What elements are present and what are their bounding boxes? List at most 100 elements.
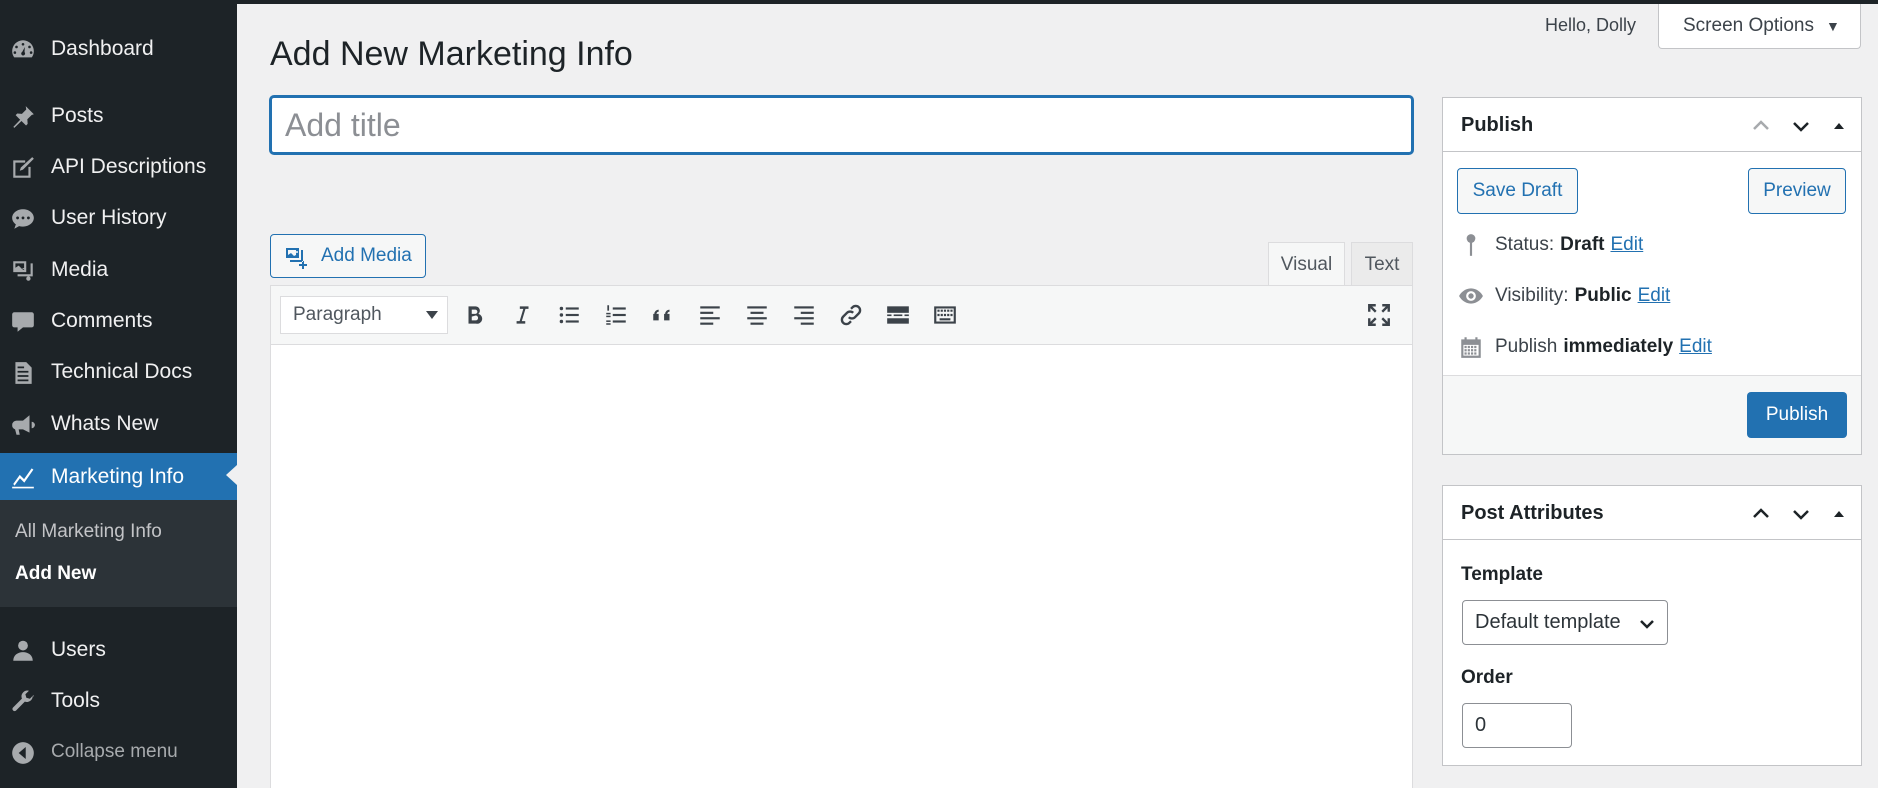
edit-status-link[interactable]: Edit [1611,234,1644,256]
sidebar-item-technical-docs[interactable]: Technical Docs [0,350,237,394]
fullscreen-icon[interactable] [1365,301,1393,329]
sidebar-item-posts[interactable]: Posts [0,94,237,138]
sidebar-item-marketing-info[interactable]: Marketing Info [0,453,237,501]
user-icon [10,638,36,664]
admin-bar [0,0,1878,4]
visibility-label: Visibility: [1495,285,1569,306]
sidebar-item-comments[interactable]: Comments [0,299,237,343]
link-icon[interactable] [837,301,865,329]
caret-down-icon: ▼ [1825,18,1840,34]
sidebar-submenu: All Marketing Info Add New [0,500,237,607]
screen-options-label: Screen Options [1683,15,1814,36]
sidebar-item-user-history[interactable]: User History [0,196,237,240]
bold-icon[interactable] [461,301,489,329]
submenu-item-all-marketing-info[interactable]: All Marketing Info [15,521,162,543]
megaphone-icon [10,412,36,438]
post-attributes-box: Post Attributes Template Default templat… [1442,485,1862,766]
template-select-value: Default template [1475,611,1621,633]
move-up-icon[interactable] [1749,502,1775,526]
sidebar-item-label: Whats New [51,412,159,435]
post-visibility: Visibility: Public Edit [1457,282,1670,310]
add-media-label: Add Media [321,245,412,266]
sidebar-item-label: User History [51,206,167,229]
toggle-panel-icon[interactable] [1827,502,1853,526]
sidebar-item-media[interactable]: Media [0,248,237,292]
page-title: Add New Marketing Info [270,35,633,73]
sidebar-item-api-descriptions[interactable]: API Descriptions [0,145,237,189]
sidebar-item-label: Dashboard [51,37,154,60]
edit-schedule-link[interactable]: Edit [1679,336,1712,358]
sidebar-item-label: Marketing Info [51,465,185,488]
tab-visual[interactable]: Visual [1268,242,1345,286]
sidebar-item-label: Posts [51,104,104,127]
save-draft-button[interactable]: Save Draft [1457,168,1578,214]
sidebar-item-tools[interactable]: Tools [0,679,237,723]
publish-box-header: Publish [1443,98,1861,152]
sidebar-item-label: Media [51,258,109,281]
document-icon [10,360,36,386]
major-publishing-actions: Publish [1443,375,1861,454]
submenu-item-add-new[interactable]: Add New [15,563,96,585]
calendar-icon [1457,333,1485,361]
edit-visibility-link[interactable]: Edit [1638,285,1671,307]
sidebar-item-users[interactable]: Users [0,628,237,672]
post-attributes-header: Post Attributes [1443,486,1861,540]
move-up-icon[interactable] [1749,114,1775,138]
sidebar-item-label: Comments [51,309,153,332]
collapse-menu-label: Collapse menu [51,741,178,762]
preview-button[interactable]: Preview [1748,168,1846,214]
pin-icon [10,104,36,130]
bullet-list-icon[interactable] [555,301,583,329]
add-media-icon [284,245,308,269]
toggle-panel-icon[interactable] [1827,114,1853,138]
template-label: Template [1461,564,1544,585]
sidebar-item-label: Users [51,638,106,661]
chevron-down-icon [1639,615,1655,631]
collapse-menu-button[interactable]: Collapse menu [0,730,237,774]
status-label: Status: [1495,234,1555,255]
align-left-icon[interactable] [696,301,724,329]
publish-box-title: Publish [1461,114,1534,136]
collapse-arrow-icon [10,740,36,766]
caret-down-icon [426,311,438,319]
publish-button[interactable]: Publish [1747,392,1847,438]
content-editor: Paragraph [270,285,1413,788]
format-select-value: Paragraph [293,304,382,325]
format-select[interactable]: Paragraph [280,296,448,334]
sidebar-item-label: Technical Docs [51,360,193,383]
publish-box: Publish Save Draft Preview Status: Draft… [1442,97,1862,455]
italic-icon[interactable] [508,301,536,329]
align-right-icon[interactable] [790,301,818,329]
blockquote-icon[interactable] [649,301,677,329]
template-select[interactable]: Default template [1462,600,1668,645]
post-status: Status: Draft Edit [1457,231,1643,259]
numbered-list-icon[interactable] [602,301,630,329]
screen-options-button[interactable]: Screen Options ▼ [1658,4,1861,49]
add-media-button[interactable]: Add Media [270,234,426,278]
toolbar-toggle-icon[interactable] [931,301,959,329]
move-down-icon[interactable] [1789,114,1815,138]
sidebar-item-label: API Descriptions [51,155,207,178]
post-attributes-title: Post Attributes [1461,502,1604,524]
pin-icon [1457,231,1485,259]
visibility-value: Public [1574,285,1632,306]
sidebar-item-dashboard[interactable]: Dashboard [0,27,237,71]
edit-icon [10,155,36,181]
move-down-icon[interactable] [1789,502,1815,526]
eye-icon [1457,282,1485,310]
status-value: Draft [1560,234,1605,255]
align-center-icon[interactable] [743,301,771,329]
sidebar-item-whats-new[interactable]: Whats New [0,402,237,446]
editor-toolbar: Paragraph [271,286,1412,345]
wrench-icon [10,689,36,715]
comment-icon [10,309,36,335]
schedule-label: Publish [1495,336,1558,357]
chart-line-icon [10,464,36,490]
greeting: Hello, Dolly [1545,15,1637,35]
tab-text[interactable]: Text [1351,242,1413,286]
title-input[interactable] [270,96,1413,154]
read-more-icon[interactable] [884,301,912,329]
schedule-value: immediately [1563,336,1674,357]
order-label: Order [1461,667,1513,688]
order-input[interactable] [1462,703,1572,748]
